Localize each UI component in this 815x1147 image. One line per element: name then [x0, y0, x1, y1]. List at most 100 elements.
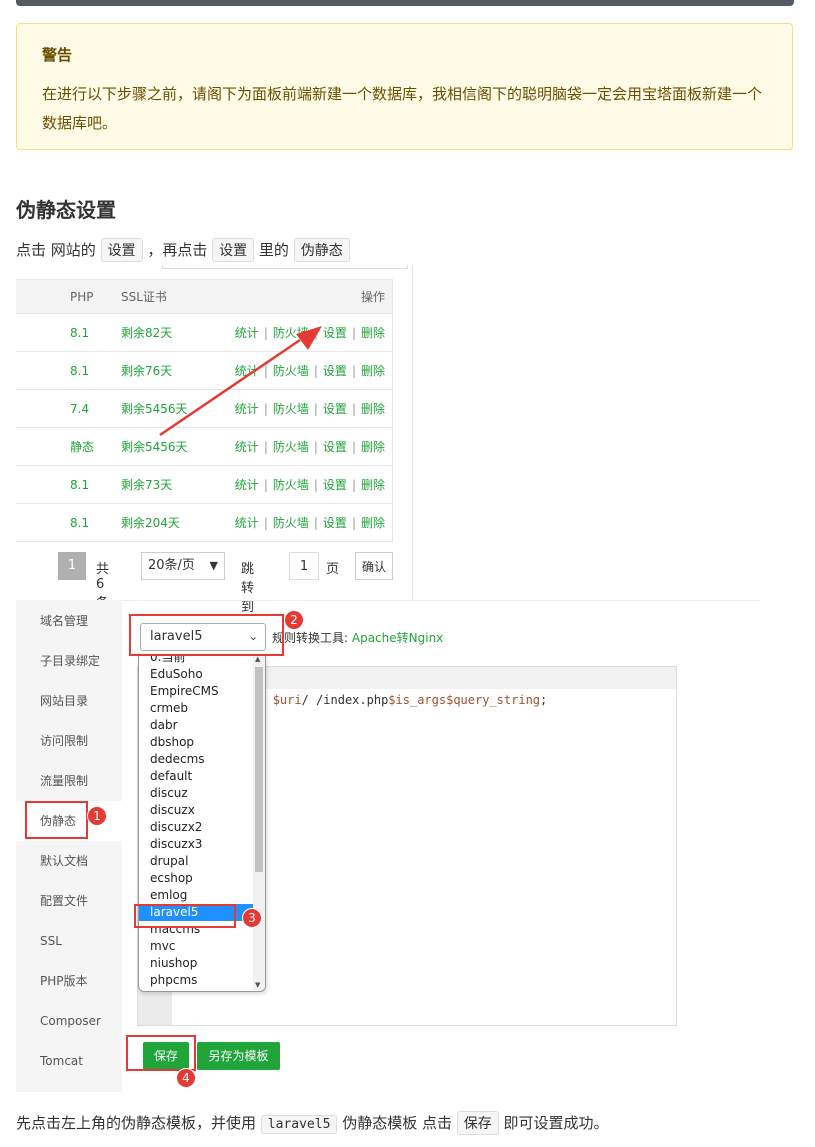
dropdown-option[interactable]: EduSoho — [139, 666, 253, 683]
current-page[interactable]: 1 — [58, 552, 86, 580]
dropdown-option[interactable]: discuz — [139, 785, 253, 802]
separator: | — [313, 478, 318, 492]
header-ssl: SSL证书 — [121, 279, 224, 314]
delete-link[interactable]: 删除 — [361, 402, 385, 416]
table-row: 8.1 剩余204天 统计 | 防火墙 | 设置 | 删除 — [16, 503, 393, 542]
instruction-part: 里的 — [258, 241, 289, 259]
inline-code: laravel5 — [260, 1115, 338, 1134]
row-actions: 统计 | 防火墙 | 设置 | 删除 — [224, 503, 393, 542]
sidebar-item[interactable]: 流量限制 — [16, 761, 122, 801]
sidebar-item[interactable]: 默认文档 — [16, 841, 122, 881]
scroll-up-icon[interactable]: ▲ — [255, 655, 260, 663]
firewall-link[interactable]: 防火墙 — [273, 516, 309, 530]
dropdown-option[interactable]: drupal — [139, 853, 253, 870]
annotation-box — [126, 1035, 196, 1071]
sidebar-item[interactable]: PHP版本 — [16, 961, 122, 1001]
header-edge — [162, 265, 408, 269]
separator: | — [313, 516, 318, 530]
code-token: / /index.php — [301, 693, 389, 707]
settings-link[interactable]: 设置 — [323, 478, 347, 492]
delete-link[interactable]: 删除 — [361, 326, 385, 340]
final-instruction: 先点击左上角的伪静态模板，并使用 laravel5 伪静态模板 点击 保存 即可… — [16, 1111, 609, 1135]
dropdown-option[interactable]: niushop — [139, 955, 253, 972]
inline-code: 伪静态 — [293, 238, 350, 262]
jump-input[interactable]: 1 — [289, 552, 319, 580]
delete-link[interactable]: 删除 — [361, 440, 385, 454]
header-php: PHP — [16, 279, 121, 314]
dropdown-option[interactable]: discuzx3 — [139, 836, 253, 853]
instruction-part: 点击 网站的 — [16, 241, 96, 259]
final-part: 伪静态模板 点击 — [342, 1114, 452, 1132]
final-part: 即可设置成功。 — [503, 1114, 609, 1132]
warning-alert: 警告 在进行以下步骤之前，请阁下为面板前端新建一个数据库，我相信阁下的聪明脑袋一… — [16, 23, 793, 150]
sidebar-item[interactable]: 域名管理 — [16, 601, 122, 641]
confirm-button[interactable]: 确认 — [355, 552, 393, 580]
dropdown-option[interactable]: phpcms — [139, 972, 253, 989]
separator: | — [351, 478, 356, 492]
final-part: 先点击左上角的伪静态模板，并使用 — [16, 1114, 257, 1132]
per-page-select[interactable]: 20条/页 ▼ — [141, 552, 225, 580]
php-version: 7.4 — [16, 389, 121, 428]
section-title: 伪静态设置 — [16, 198, 116, 222]
row-actions: 统计 | 防火墙 | 设置 | 删除 — [224, 465, 393, 504]
code-token: $uri — [272, 693, 302, 707]
scroll-down-icon[interactable]: ▼ — [255, 981, 260, 989]
annotation-badge: 3 — [242, 908, 262, 928]
sidebar-item[interactable]: Composer — [16, 1001, 122, 1041]
page-unit: 页 — [326, 562, 340, 577]
dropdown-scrollbar[interactable]: ▲ ▼ — [253, 655, 265, 991]
inline-code: 设置 — [212, 238, 255, 262]
separator: | — [263, 516, 268, 530]
convert-link[interactable]: Apache转Nginx — [352, 631, 443, 645]
php-version: 8.1 — [16, 313, 121, 352]
stats-link[interactable]: 统计 — [235, 516, 259, 530]
dropdown-option[interactable]: dabr — [139, 717, 253, 734]
separator: | — [351, 440, 356, 454]
dropdown-option[interactable]: discuzx2 — [139, 819, 253, 836]
delete-link[interactable]: 删除 — [361, 364, 385, 378]
sidebar-item[interactable]: 访问限制 — [16, 721, 122, 761]
sidebar-item[interactable]: 网站目录 — [16, 681, 122, 721]
delete-link[interactable]: 删除 — [361, 516, 385, 530]
dropdown-option[interactable]: default — [139, 768, 253, 785]
scrollbar-thumb[interactable] — [255, 667, 263, 872]
alert-text: 在进行以下步骤之前，请阁下为面板前端新建一个数据库，我相信阁下的聪明脑袋一定会用… — [42, 85, 763, 132]
annotation-arrow — [159, 326, 322, 437]
settings-link[interactable]: 设置 — [323, 516, 347, 530]
settings-sidebar: 域名管理 子目录绑定 网站目录 访问限制 流量限制 伪静态 默认文档 配置文件 SSL PHP版本… — [16, 600, 122, 1092]
dropdown-option[interactable]: ecshop — [139, 870, 253, 887]
dropdown-option[interactable]: mvc — [139, 938, 253, 955]
firewall-link[interactable]: 防火墙 — [273, 478, 309, 492]
annotation-box — [25, 801, 88, 839]
ssl-remaining: 剩余73天 — [121, 465, 224, 504]
sidebar-item[interactable]: SSL — [16, 921, 122, 961]
ssl-remaining: 剩余204天 — [121, 503, 224, 542]
sidebar-item[interactable]: Tomcat — [16, 1041, 122, 1081]
annotation-badge: 2 — [284, 610, 304, 630]
php-version: 8.1 — [16, 465, 121, 504]
inline-code: 设置 — [100, 238, 143, 262]
annotation-box — [129, 614, 284, 656]
dropdown-option[interactable]: crmeb — [139, 700, 253, 717]
sidebar-item[interactable]: 配置文件 — [16, 881, 122, 921]
php-version: 8.1 — [16, 503, 121, 542]
save-template-button[interactable]: 另存为模板 — [197, 1042, 280, 1070]
instruction-text: 点击 网站的 设置 ，再点击 设置 里的 伪静态 — [16, 238, 350, 262]
php-version: 静态 — [16, 427, 121, 466]
code-line: ri $uri/ /index.php$is_args$query_string… — [251, 693, 547, 707]
delete-link[interactable]: 删除 — [361, 478, 385, 492]
dropdown-option[interactable]: EmpireCMS — [139, 683, 253, 700]
stats-link[interactable]: 统计 — [235, 478, 259, 492]
dropdown-option[interactable]: dbshop — [139, 734, 253, 751]
rewrite-dropdown-list[interactable]: phpcms niushop mvc maccms laravel5 emlog ecsho… — [138, 654, 266, 992]
sidebar-item[interactable]: 子目录绑定 — [16, 641, 122, 681]
code-token: ; — [540, 693, 548, 707]
annotation-box — [134, 904, 236, 928]
separator: | — [351, 402, 356, 416]
separator: | — [351, 364, 356, 378]
dropdown-option[interactable]: emlog — [139, 887, 253, 904]
jump-label: 跳转到 — [241, 562, 255, 615]
separator: | — [351, 516, 356, 530]
dropdown-option[interactable]: dedecms — [139, 751, 253, 768]
dropdown-option[interactable]: discuzx — [139, 802, 253, 819]
